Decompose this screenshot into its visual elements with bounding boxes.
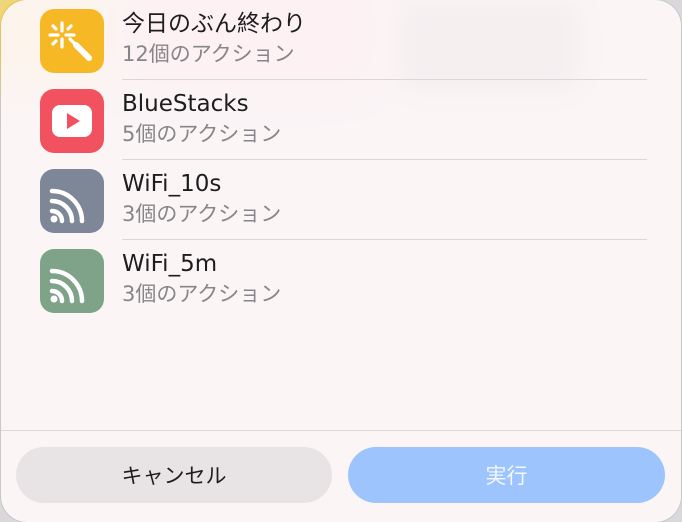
magic-wand-icon: [40, 9, 104, 73]
shortcut-title: BlueStacks: [122, 91, 249, 117]
shortcut-item-wifi-5m[interactable]: WiFi_5m 3個のアクション: [1, 240, 681, 320]
shortcut-action-count: 3個のアクション: [122, 282, 282, 306]
shortcut-title: WiFi_10s: [122, 171, 222, 197]
shortcut-item-bluestacks[interactable]: BlueStacks 5個のアクション: [1, 80, 681, 160]
shortcut-item-wifi-10s[interactable]: WiFi_10s 3個のアクション: [1, 160, 681, 240]
shortcut-title: 今日のぶん終わり: [122, 11, 306, 37]
shortcut-title: WiFi_5m: [122, 251, 218, 277]
shortcut-action-count: 3個のアクション: [122, 202, 282, 226]
shortcut-action-count: 5個のアクション: [122, 122, 282, 146]
shortcut-picker-sheet: 今日のぶん終わり 12個のアクション BlueStacks 5個のアクション W…: [1, 0, 681, 522]
shortcut-item-today-done[interactable]: 今日のぶん終わり 12個のアクション: [1, 0, 681, 80]
wifi-icon: [40, 249, 104, 313]
footer-divider: [1, 430, 681, 431]
cancel-button[interactable]: キャンセル: [16, 447, 332, 503]
play-icon: [40, 89, 104, 153]
run-button[interactable]: 実行: [348, 447, 665, 503]
shortcut-action-count: 12個のアクション: [122, 42, 295, 66]
wifi-icon: [40, 169, 104, 233]
